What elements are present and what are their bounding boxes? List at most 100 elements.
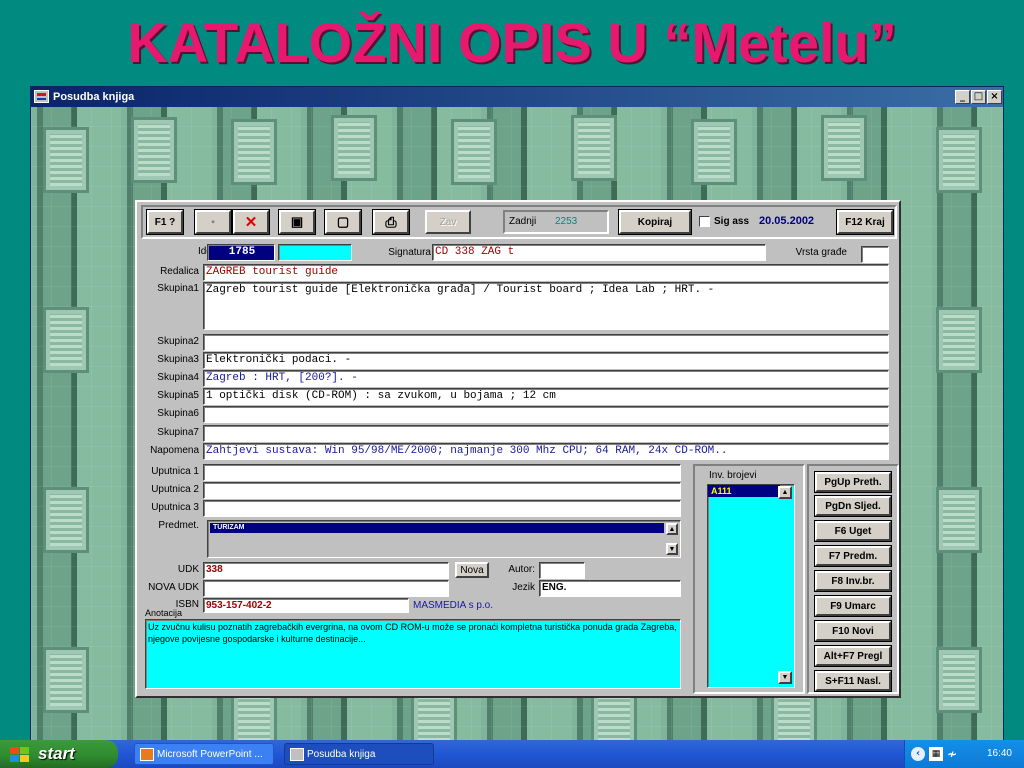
predmet-label: Predmet. [158, 520, 199, 531]
uputnica2-field[interactable] [203, 482, 681, 499]
window-title: Posudba knjiga [53, 91, 135, 103]
autor-label: Autor: [508, 564, 535, 575]
skupina6-field[interactable] [203, 406, 889, 423]
circuit-chip [571, 115, 617, 181]
task-label: Posudba knjiga [307, 749, 376, 760]
uputnica2-label: Uputnica 2 [151, 484, 199, 495]
predmet-item[interactable]: TURIZAM [210, 523, 664, 533]
nasl-button[interactable]: S+F11 Nasl. [814, 670, 892, 692]
prev-record-button[interactable]: PgUp Preth. [814, 471, 892, 493]
app-icon [290, 748, 304, 761]
save-button[interactable]: ▣ [278, 209, 316, 235]
isbn-field[interactable]: 953-157-402-2 [203, 598, 409, 613]
uget-button[interactable]: F6 Uget [814, 520, 892, 542]
redalica-field[interactable]: ZAGREB tourist guide [203, 264, 889, 281]
taskbar: start Microsoft PowerPoint ... Posudba k… [0, 740, 1024, 768]
circuit-chip [43, 127, 89, 193]
skupina2-field[interactable] [203, 334, 889, 351]
circuit-chip [936, 647, 982, 713]
date-display: 20.05.2002 [759, 215, 815, 227]
novi-button[interactable]: F10 Novi [814, 620, 892, 642]
skupina4-field[interactable]: Zagreb : HRT, [200?]. - [203, 370, 889, 387]
publisher-label: MASMEDIA s p.o. [413, 600, 494, 611]
skupina1-field[interactable]: Zagreb tourist guide [Elektronička građa… [203, 282, 889, 330]
scroll-up-icon[interactable]: ▲ [778, 486, 792, 499]
uputnica1-field[interactable] [203, 464, 681, 481]
ident-field[interactable]: 1785 [207, 244, 275, 261]
circuit-chip [331, 115, 377, 181]
scroll-down-icon[interactable]: ▼ [778, 671, 792, 684]
predmet-list[interactable]: TURIZAM ▲ ▼ [207, 520, 681, 558]
minimize-button[interactable]: _ [955, 90, 970, 104]
powerpoint-icon [140, 748, 154, 761]
slide-title: KATALOŽNI OPIS U “Metelu” [0, 0, 1024, 86]
kopiraj-button[interactable]: Kopiraj [618, 209, 692, 235]
circuit-chip [43, 487, 89, 553]
napomena-label: Napomena [150, 445, 199, 456]
ident-extra-field[interactable] [278, 244, 352, 261]
inv-list[interactable]: A111 ▲ ▼ [707, 484, 795, 688]
vrsta-grade-field[interactable] [861, 246, 889, 263]
skupina3-field[interactable]: Elektronički podaci. - [203, 352, 889, 369]
skupina1-label: Skupina1 [157, 283, 199, 294]
next-record-button[interactable]: PgDn Sljed. [814, 495, 892, 517]
zav-button[interactable]: Zav [425, 210, 471, 234]
new-record-button[interactable]: ▢ [324, 209, 362, 235]
signatura-label: Signatura [388, 247, 431, 258]
close-button[interactable]: × [987, 90, 1002, 104]
uputnica3-label: Uputnica 3 [151, 502, 199, 513]
pregl-button[interactable]: Alt+F7 Pregl [814, 645, 892, 667]
app-window: Posudba knjiga _ □ × F1 ? ▪ ✕ ▣ ▢ ⎙ Zav … [30, 86, 1004, 741]
circuit-chip [936, 307, 982, 373]
nova-udk-label: NOVA UDK [148, 582, 199, 593]
circuit-chip [43, 307, 89, 373]
vrsta-grade-label: Vrsta građe [795, 247, 847, 258]
scroll-down-icon[interactable]: ▼ [666, 543, 678, 555]
circuit-chip [936, 127, 982, 193]
anotacija-field[interactable]: Uz zvučnu kulisu poznatih zagrebačkih ev… [145, 619, 681, 689]
tray-expand-icon[interactable]: ‹ [911, 747, 925, 761]
windows-logo-icon [10, 747, 30, 762]
jezik-field[interactable]: ENG. [539, 580, 681, 597]
nova-udk-field[interactable] [203, 580, 449, 597]
scroll-up-icon[interactable]: ▲ [666, 523, 678, 535]
nova-udk-button[interactable]: Nova [455, 562, 489, 578]
udk-label: UDK [177, 564, 199, 575]
taskbar-item-posudba[interactable]: Posudba knjiga [284, 743, 434, 765]
skupina4-label: Skupina4 [157, 372, 199, 383]
language-icon[interactable]: ▦ [929, 747, 943, 761]
start-button[interactable]: start [0, 740, 118, 768]
zadnji-label: Zadnji [509, 216, 537, 227]
uputnica1-label: Uputnica 1 [151, 466, 199, 477]
clock[interactable]: 16:40 [987, 740, 1012, 768]
udk-field[interactable]: 338 [203, 562, 449, 579]
autor-field[interactable] [539, 562, 585, 579]
circuit-chip [43, 647, 89, 713]
network-icon[interactable]: ≁ [947, 747, 957, 761]
uputnica3-field[interactable] [203, 500, 681, 517]
exit-button[interactable]: F12 Kraj [836, 209, 894, 235]
skupina7-field[interactable] [203, 425, 889, 442]
sig-ass-checkbox[interactable] [699, 216, 710, 227]
inv-item[interactable]: A111 [708, 485, 780, 497]
print-button[interactable]: ⎙ [372, 209, 410, 235]
delete-button[interactable]: ✕ [232, 209, 270, 235]
disabled-tool-button[interactable]: ▪ [194, 209, 232, 235]
predm-button[interactable]: F7 Predm. [814, 545, 892, 567]
anotacija-label: Anotacija [145, 608, 183, 618]
signatura-field[interactable]: CD 338 ZAG t [432, 244, 766, 261]
circuit-chip [231, 119, 277, 185]
skupina7-label: Skupina7 [157, 427, 199, 438]
napomena-field[interactable]: Zahtjevi sustava: Win 95/98/ME/2000; naj… [203, 443, 889, 460]
jezik-label: Jezik [512, 582, 535, 593]
inv-br-button[interactable]: F8 Inv.br. [814, 570, 892, 592]
umarc-button[interactable]: F9 Umarc [814, 595, 892, 617]
app-icon [34, 90, 49, 103]
help-button[interactable]: F1 ? [146, 209, 184, 235]
circuit-background: F1 ? ▪ ✕ ▣ ▢ ⎙ Zav Zadnji 2253 Kopiraj S… [31, 107, 1003, 741]
window-titlebar[interactable]: Posudba knjiga _ □ × [31, 87, 1003, 107]
maximize-button[interactable]: □ [971, 90, 986, 104]
taskbar-item-powerpoint[interactable]: Microsoft PowerPoint ... [134, 743, 274, 765]
skupina5-field[interactable]: 1 optički disk (CD-ROM) : sa zvukom, u b… [203, 388, 889, 405]
circuit-chip [936, 487, 982, 553]
